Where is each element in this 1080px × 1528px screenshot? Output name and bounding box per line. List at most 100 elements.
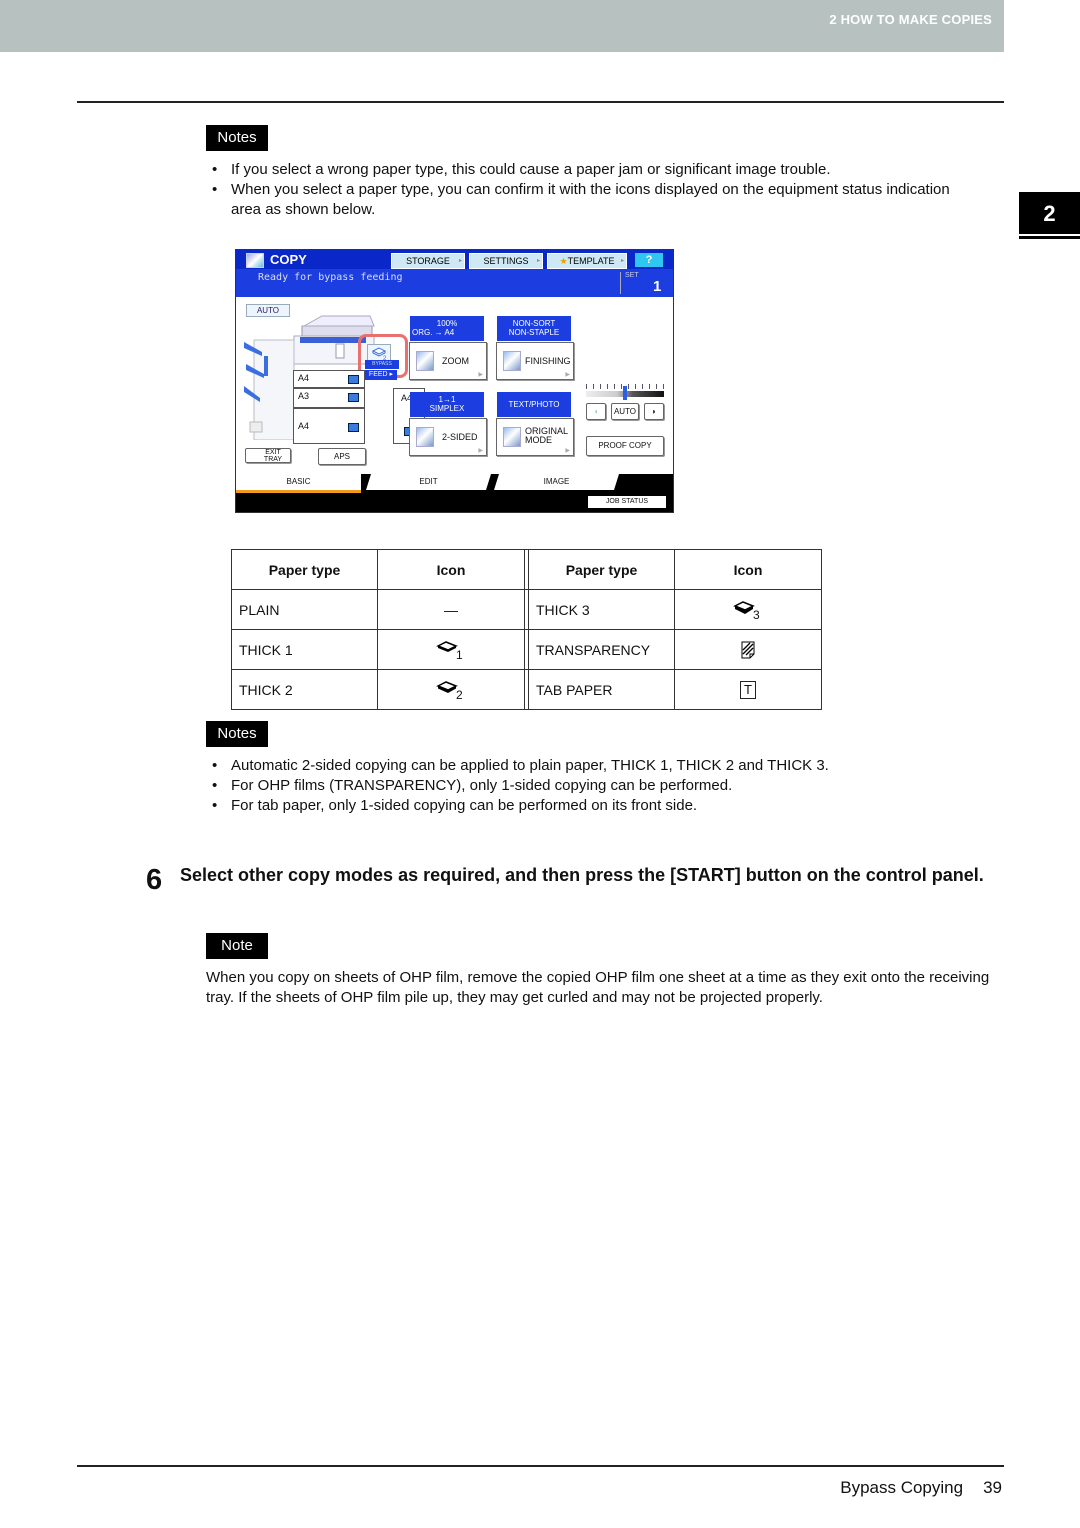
plain-icon: — (377, 589, 525, 630)
notes-list: Automatic 2-sided copying can be applied… (212, 756, 992, 816)
table-row: THICK 1 1 TRANSPARENCY (231, 629, 822, 670)
template-label: TEMPLATE (567, 256, 615, 266)
column-header: Icon (674, 549, 822, 590)
copier-control-panel: COPY STORAGE SETTINGS ★TEMPLATE ? Ready … (235, 249, 674, 513)
finishing-icon (503, 351, 521, 371)
icon-cell: 1 (377, 629, 525, 670)
panel-titlebar: COPY STORAGE SETTINGS ★TEMPLATE ? (236, 250, 673, 269)
footer-section: Bypass Copying (840, 1478, 964, 1497)
zoom-label: ZOOM (442, 356, 469, 366)
zoom-button[interactable]: ZOOM ▶ (409, 342, 487, 380)
drawer-1[interactable]: A4 (293, 370, 365, 388)
icon-subscript: 1 (456, 647, 463, 662)
column-header: Paper type (528, 549, 675, 590)
note-item: Automatic 2-sided copying can be applied… (212, 756, 992, 776)
help-button[interactable]: ? (635, 253, 663, 267)
tab-paper-icon: T (740, 680, 756, 699)
column-header: Paper type (231, 549, 378, 590)
arrow-icon: ▶ (478, 448, 483, 454)
job-status-button[interactable]: JOB STATUS (588, 496, 666, 508)
paper-type-cell: TRANSPARENCY (528, 629, 675, 670)
note-item: If you select a wrong paper type, this c… (212, 160, 972, 180)
darker-icon: ◗ (651, 407, 657, 416)
paper-icon (348, 393, 359, 402)
aps-button[interactable]: APS (318, 448, 366, 465)
transparency-icon (741, 641, 755, 659)
table-row: THICK 2 2 TAB PAPER T (231, 669, 822, 710)
paper-type-cell: PLAIN (231, 589, 378, 630)
zoom-ratio: 100% (436, 319, 458, 328)
density-slider-knob[interactable] (623, 386, 627, 400)
column-header: Icon (377, 549, 525, 590)
bypass-label: BYPASS (365, 360, 399, 369)
arrow-icon: ▶ (565, 448, 570, 454)
settings-button[interactable]: SETTINGS (469, 253, 543, 269)
paper-icon (348, 375, 359, 384)
notes-list: If you select a wrong paper type, this c… (212, 160, 972, 220)
star-icon: ★ (559, 256, 568, 266)
duplex-mode: 1→1 (438, 395, 456, 404)
original-mode-button[interactable]: ORIGINAL MODE ▶ (496, 418, 574, 456)
note-text: When you copy on sheets of OHP film, rem… (206, 969, 990, 1006)
note-label: Note (206, 933, 268, 959)
thick-3-icon: 3 (733, 600, 763, 622)
original-mode-label: ORIGINAL MODE (525, 426, 568, 445)
template-button[interactable]: ★TEMPLATE (547, 253, 627, 269)
paper-type-cell: TAB PAPER (528, 669, 675, 710)
notes-label: Notes (206, 721, 268, 747)
density-lighter-button[interactable]: ◖ (586, 403, 606, 420)
finishing-status: NON-SORT NON-STAPLE (497, 316, 571, 341)
note-item: For tab paper, only 1-sided copying can … (212, 796, 992, 816)
chapter-tab-divider (1019, 236, 1080, 239)
duplex-status: 1→1 SIMPLEX (410, 392, 484, 417)
arrow-icon: ▶ (565, 372, 570, 378)
paper-icon (348, 423, 359, 432)
sort-mode: NON-SORT (512, 319, 556, 328)
drawer-3[interactable]: A4 (293, 408, 365, 444)
storage-button[interactable]: STORAGE (391, 253, 465, 269)
icon-subscript: 3 (753, 607, 760, 622)
zoom-icon (416, 351, 434, 371)
bottom-divider (77, 1465, 1004, 1467)
drawer-size: A4 (298, 421, 310, 431)
thick-2-icon: 2 (436, 680, 466, 702)
proof-copy-button[interactable]: PROOF COPY (586, 436, 664, 456)
chapter-tab[interactable]: 2 (1019, 192, 1080, 234)
zoom-original: ORG. → A4 (412, 328, 455, 337)
status-message: Ready for bypass feeding (258, 272, 403, 283)
bypass-feed-button[interactable]: FEED ▸ (365, 370, 397, 380)
set-divider (620, 272, 621, 294)
original-mode-status: TEXT/PHOTO (497, 392, 571, 417)
paper-type-cell: THICK 2 (231, 669, 378, 710)
header-band: 2 HOW TO MAKE COPIES (0, 0, 1004, 52)
zoom-status: 100% ORG. → A4 (410, 316, 484, 341)
density-auto-button[interactable]: AUTO (611, 403, 639, 420)
exit-tray-button[interactable]: EXIT TRAY (245, 448, 291, 463)
density-darker-button[interactable]: ◗ (644, 403, 664, 420)
page-footer: Bypass Copying 39 (840, 1478, 1002, 1498)
finishing-label: FINISHING (525, 356, 571, 366)
finishing-button[interactable]: FINISHING ▶ (496, 342, 574, 380)
note-item: When you select a paper type, you can co… (212, 180, 972, 220)
table-row: PLAIN — THICK 3 3 (231, 589, 822, 630)
icon-cell: 2 (377, 669, 525, 710)
set-label: SET (625, 272, 639, 279)
chapter-title: 2 HOW TO MAKE COPIES (829, 12, 992, 27)
tab-basic[interactable]: BASIC (236, 474, 361, 493)
icon-subscript: 2 (456, 687, 463, 702)
icon-cell: T (674, 669, 822, 710)
paper-type-table: Paper type Icon Paper type Icon PLAIN — … (231, 549, 822, 710)
staple-mode: NON-STAPLE (508, 328, 560, 337)
lighter-icon: ◖ (593, 407, 599, 416)
tab-edit[interactable]: EDIT (366, 474, 491, 490)
set-count: 1 (653, 278, 662, 295)
drawer-2[interactable]: A3 (293, 388, 365, 408)
paper-type-cell: THICK 3 (528, 589, 675, 630)
two-sided-button[interactable]: 2-SIDED ▶ (409, 418, 487, 456)
top-divider (77, 101, 1004, 103)
drawer-size: A3 (298, 391, 310, 401)
duplex-mode-name: SIMPLEX (429, 404, 465, 413)
original-mode-icon (503, 427, 521, 447)
original-mode-value: TEXT/PHOTO (508, 400, 560, 409)
tab-image[interactable]: IMAGE (494, 474, 619, 490)
